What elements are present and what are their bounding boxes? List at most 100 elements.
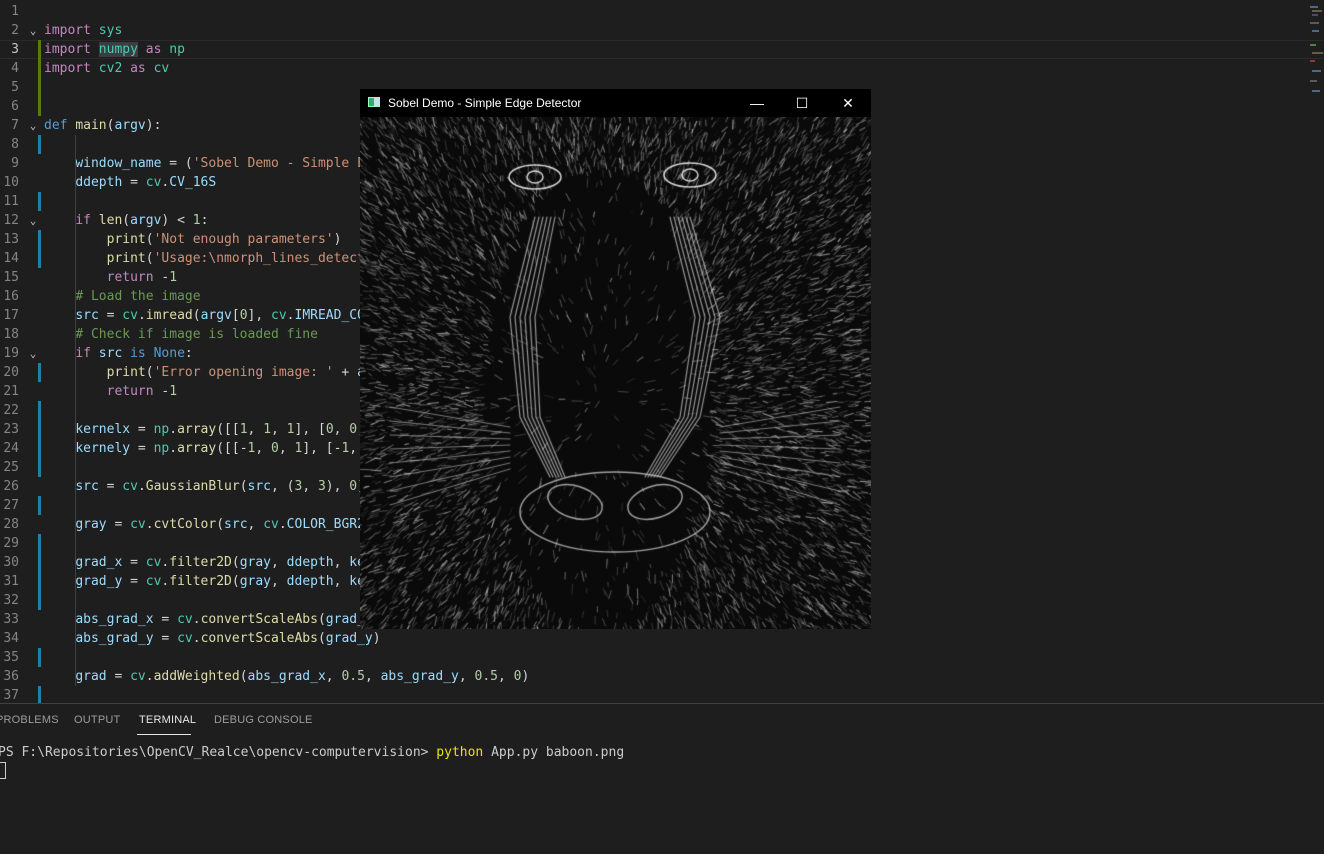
code-token: np <box>153 441 170 456</box>
code-token: , <box>255 441 272 456</box>
code-token: cv <box>153 61 170 76</box>
gutter-modified-marker <box>38 249 41 268</box>
code-line[interactable]: 3 import numpy as np <box>0 40 1324 59</box>
code-token: as <box>137 42 170 57</box>
terminal-prompt: PS F:\Repositories\OpenCV_Realce\opencv-… <box>0 745 437 760</box>
code-token: ( <box>317 631 326 646</box>
line-number: 11 <box>3 194 19 209</box>
gutter-modified-marker <box>38 496 41 515</box>
code-token: cvtColor <box>153 517 217 532</box>
code-line[interactable]: 37 <box>0 686 1324 703</box>
terminal-args: App.py baboon.png <box>483 745 625 760</box>
line-number: 4 <box>11 61 19 76</box>
gutter-modified-marker <box>38 230 41 249</box>
sobel-demo-window[interactable]: Sobel Demo - Simple Edge Detector — ☐ ✕ <box>360 89 871 629</box>
code-token: abs_grad_x <box>75 612 154 627</box>
code-token: abs_grad_x <box>247 669 326 684</box>
code-token: def <box>44 118 76 133</box>
code-text: return -1 <box>44 382 177 401</box>
code-token: , <box>498 669 514 684</box>
code-token: ], <box>247 308 272 323</box>
code-token: , <box>278 441 295 456</box>
line-number: 26 <box>3 479 19 494</box>
code-text: import sys <box>44 21 122 40</box>
code-token: = <box>98 308 123 323</box>
code-token: 0 <box>325 422 334 437</box>
fold-chevron-icon[interactable]: ⌄ <box>27 116 39 135</box>
code-token: , <box>333 422 350 437</box>
code-token: : <box>184 346 193 361</box>
code-token: ( <box>239 479 248 494</box>
line-number: 18 <box>3 327 19 342</box>
code-token: . <box>278 517 287 532</box>
terminal-command: python <box>436 745 484 760</box>
indent-guide <box>75 135 76 686</box>
code-token: = <box>122 555 146 570</box>
code-token: , <box>271 422 287 437</box>
minimap[interactable] <box>1308 0 1324 100</box>
line-number: 25 <box>3 460 19 475</box>
code-token: 1 <box>286 422 295 437</box>
code-text: abs_grad_y = cv.convertScaleAbs(grad_y) <box>44 629 380 648</box>
line-number: 15 <box>3 270 19 285</box>
gutter-modified-marker <box>38 420 41 439</box>
gutter-modified-marker <box>38 458 41 477</box>
code-line[interactable]: 1 <box>0 2 1324 21</box>
code-token: sys <box>98 23 123 38</box>
code-token: ) < <box>161 213 193 228</box>
code-token: import <box>44 61 99 76</box>
code-token: [ <box>231 308 240 323</box>
code-token: ddepth <box>286 555 334 570</box>
tab-debug-console[interactable]: DEBUG CONSOLE <box>214 714 313 726</box>
tab-terminal[interactable]: TERMINAL <box>139 714 196 726</box>
code-text: if src is None: <box>44 344 193 363</box>
code-token: . <box>192 612 201 627</box>
tab-output[interactable]: OUTPUT <box>74 714 120 726</box>
code-token: cv2 <box>98 61 123 76</box>
code-token: 0 <box>349 479 358 494</box>
line-number: 29 <box>3 536 19 551</box>
code-token: gray <box>75 517 107 532</box>
code-token: np <box>153 422 170 437</box>
code-token: ( <box>192 308 201 323</box>
fold-chevron-icon[interactable]: ⌄ <box>27 21 39 40</box>
code-token: ( <box>216 517 225 532</box>
fold-chevron-icon[interactable]: ⌄ <box>27 344 39 363</box>
code-token: , <box>302 479 318 494</box>
code-token: = <box>122 574 146 589</box>
code-line[interactable]: 35 <box>0 648 1324 667</box>
minimize-button[interactable]: — <box>734 89 780 117</box>
code-token: import <box>44 42 99 57</box>
code-token: None <box>153 346 185 361</box>
code-token: 'Error opening image: ' <box>153 365 334 380</box>
code-token: , ( <box>271 479 295 494</box>
code-token: , <box>333 555 350 570</box>
gutter-modified-marker <box>38 363 41 382</box>
code-line[interactable]: 4 import cv2 as cv <box>0 59 1324 78</box>
maximize-button[interactable]: ☐ <box>779 89 825 117</box>
code-token: = <box>153 631 178 646</box>
window-titlebar[interactable]: Sobel Demo - Simple Edge Detector — ☐ ✕ <box>360 89 871 117</box>
code-line[interactable]: 2 ⌄ import sys <box>0 21 1324 40</box>
tab-problems[interactable]: PROBLEMS <box>0 714 59 726</box>
code-token: gray <box>239 574 272 589</box>
gutter-modified-marker <box>38 192 41 211</box>
code-token: kernelx <box>75 422 131 437</box>
code-line[interactable]: 36 grad = cv.addWeighted(abs_grad_x, 0.5… <box>0 667 1324 686</box>
code-token: ( <box>231 555 240 570</box>
terminal-line[interactable]: PS F:\Repositories\OpenCV_Realce\opencv-… <box>0 745 624 760</box>
code-token: , <box>247 422 264 437</box>
close-button[interactable]: ✕ <box>825 89 871 117</box>
code-token: . <box>145 669 154 684</box>
fold-chevron-icon[interactable]: ⌄ <box>27 211 39 230</box>
code-token: src <box>224 517 248 532</box>
code-token: ( <box>145 365 154 380</box>
code-token: print <box>106 232 146 247</box>
code-token: cv <box>122 479 138 494</box>
code-token: ): <box>145 118 162 133</box>
window-title: Sobel Demo - Simple Edge Detector <box>388 96 582 110</box>
code-token: src <box>98 346 123 361</box>
code-line[interactable]: 34 abs_grad_y = cv.convertScaleAbs(grad_… <box>0 629 1324 648</box>
